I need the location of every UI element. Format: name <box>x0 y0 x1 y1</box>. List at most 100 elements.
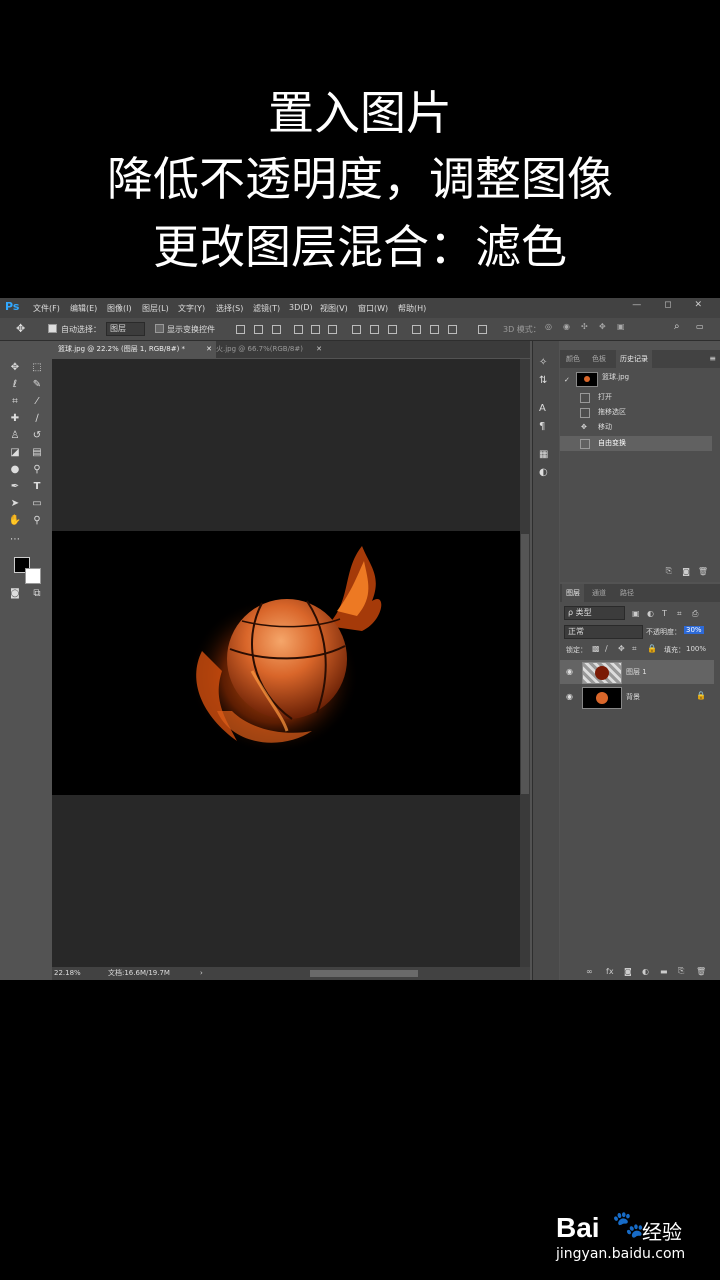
align-vcenter-icon[interactable] <box>254 325 263 334</box>
add-mask-icon[interactable]: ◙ <box>624 967 632 976</box>
healing-brush-tool-icon[interactable]: ✚ <box>8 412 22 426</box>
vertical-scroll-thumb[interactable] <box>521 534 529 794</box>
menu-help[interactable]: 帮助(H) <box>398 303 426 314</box>
menu-file[interactable]: 文件(F) <box>33 303 60 314</box>
background-color-swatch[interactable] <box>25 568 41 584</box>
layer-filter-dropdown[interactable]: ρ 类型 <box>564 606 625 620</box>
tab-basketball[interactable]: 篮球.jpg @ 22.2% (图层 1, RGB/8#) * ✕ <box>52 341 216 358</box>
adjust-icon[interactable]: ⇅ <box>539 375 547 386</box>
document-canvas[interactable] <box>52 531 520 795</box>
tab-history[interactable]: 历史记录 <box>616 350 652 368</box>
fill-input[interactable]: 100% <box>686 645 706 653</box>
blend-mode-dropdown[interactable]: 正常 <box>564 625 643 639</box>
new-group-icon[interactable]: ▬ <box>660 967 668 976</box>
close-icon[interactable]: ✕ <box>316 341 322 358</box>
crop-tool-icon[interactable]: ⌗ <box>8 395 22 409</box>
visibility-eye-icon[interactable]: ◉ <box>566 667 573 676</box>
menu-filter[interactable]: 滤镜(T) <box>253 303 280 314</box>
lasso-tool-icon[interactable]: ℓ <box>8 378 22 392</box>
layer-row[interactable]: ◉ 图层 1 <box>560 660 714 684</box>
styles-icon[interactable]: ◐ <box>539 467 548 478</box>
window-controls[interactable]: — ◻ ✕ <box>632 300 712 310</box>
history-item[interactable]: 拖移选区 <box>560 405 712 420</box>
layer-row[interactable]: ◉ 背景 🔒 <box>560 685 714 709</box>
menu-window[interactable]: 窗口(W) <box>358 303 388 314</box>
rotate-3d-icon[interactable]: ◎ <box>545 322 552 331</box>
move-tool-icon[interactable]: ✥ <box>8 361 22 375</box>
filter-smart-icon[interactable]: ⎙ <box>692 609 698 619</box>
swatches-icon[interactable]: ▦ <box>539 449 548 460</box>
dodge-tool-icon[interactable]: ⚲ <box>30 463 44 477</box>
distribute-vcenter-icon[interactable] <box>370 325 379 334</box>
opacity-input[interactable]: 30% <box>684 626 704 634</box>
menu-type[interactable]: 文字(Y) <box>178 303 205 314</box>
distribute-left-icon[interactable] <box>412 325 421 334</box>
distribute-top-icon[interactable] <box>352 325 361 334</box>
blur-tool-icon[interactable]: ● <box>8 463 22 477</box>
auto-select-dropdown[interactable]: 图层 <box>106 322 145 336</box>
lock-position-icon[interactable]: ✥ <box>618 644 625 653</box>
history-item[interactable]: 打开 <box>560 390 712 405</box>
path-select-tool-icon[interactable]: ➤ <box>8 497 22 511</box>
hand-tool-icon[interactable]: ✋ <box>8 514 22 528</box>
filter-pixel-icon[interactable]: ▣ <box>632 609 640 618</box>
tab-layers[interactable]: 图层 <box>562 584 584 602</box>
roll-3d-icon[interactable]: ◉ <box>563 322 570 331</box>
zoom-tool-icon[interactable]: ⚲ <box>30 514 44 528</box>
filter-adjust-icon[interactable]: ◐ <box>647 609 654 618</box>
more-tools-icon[interactable]: ⋯ <box>8 533 22 547</box>
workspace-icon[interactable]: ▭ <box>696 322 704 331</box>
menu-view[interactable]: 视图(V) <box>320 303 348 314</box>
adjustment-layer-icon[interactable]: ◐ <box>642 967 649 976</box>
camera-icon[interactable]: ◙ <box>682 567 690 576</box>
menu-edit[interactable]: 编辑(E) <box>70 303 97 314</box>
align-bottom-icon[interactable] <box>272 325 281 334</box>
new-document-from-state-icon[interactable]: ⎘ <box>666 566 672 576</box>
menu-select[interactable]: 选择(S) <box>216 303 243 314</box>
type-tool-icon[interactable]: T <box>30 480 44 494</box>
filter-shape-icon[interactable]: ⌗ <box>677 609 682 619</box>
tab-paths[interactable]: 路径 <box>616 584 638 602</box>
history-item[interactable]: 自由变换 <box>560 436 712 451</box>
new-layer-icon[interactable]: ⎘ <box>678 966 684 976</box>
align-right-icon[interactable] <box>328 325 337 334</box>
clone-stamp-tool-icon[interactable]: ♙ <box>8 429 22 443</box>
distribute-right-icon[interactable] <box>448 325 457 334</box>
visibility-eye-icon[interactable]: ◉ <box>566 692 573 701</box>
auto-select-checkbox[interactable] <box>48 324 57 333</box>
tab-color[interactable]: 颜色 <box>562 350 584 368</box>
filter-type-icon[interactable]: T <box>662 609 667 618</box>
trash-icon[interactable]: 🗑 <box>698 567 708 576</box>
eraser-tool-icon[interactable]: ◪ <box>8 446 22 460</box>
slide-3d-icon[interactable]: ✥ <box>599 322 606 331</box>
lock-artboard-icon[interactable]: ⌗ <box>632 644 637 654</box>
auto-align-icon[interactable] <box>478 325 487 334</box>
zoom-level[interactable]: 22.18% <box>54 967 81 980</box>
brush-tool-icon[interactable]: ∕ <box>30 412 44 426</box>
lock-transparent-icon[interactable]: ▩ <box>592 644 600 653</box>
pen-tool-icon[interactable]: ✒ <box>8 480 22 494</box>
move-tool-icon[interactable]: ✥ <box>16 322 25 335</box>
quick-mask-icon[interactable]: ◙ <box>8 587 22 601</box>
pan-3d-icon[interactable]: ✣ <box>581 322 588 331</box>
history-snapshot[interactable]: ✓ 篮球.jpg <box>560 370 712 388</box>
history-item[interactable]: ✥ 移动 <box>560 420 712 435</box>
lock-all-icon[interactable]: 🔒 <box>647 644 657 653</box>
distribute-hcenter-icon[interactable] <box>430 325 439 334</box>
show-transform-checkbox[interactable] <box>155 324 164 333</box>
gradient-tool-icon[interactable]: ▤ <box>30 446 44 460</box>
character-icon[interactable]: A <box>539 403 546 414</box>
align-left-icon[interactable] <box>294 325 303 334</box>
tab-fire[interactable]: 火.jpg @ 66.7%(RGB/8#) ✕ <box>210 341 326 358</box>
align-hcenter-icon[interactable] <box>311 325 320 334</box>
panel-menu-icon[interactable]: ≡ <box>709 354 716 363</box>
marquee-tool-icon[interactable]: ⬚ <box>30 361 44 375</box>
menu-image[interactable]: 图像(I) <box>107 303 132 314</box>
history-brush-tool-icon[interactable]: ↺ <box>30 429 44 443</box>
horizontal-scroll-thumb[interactable] <box>310 970 418 977</box>
distribute-bottom-icon[interactable] <box>388 325 397 334</box>
history-brush-source-icon[interactable]: ✓ <box>564 373 570 388</box>
tab-channels[interactable]: 通道 <box>588 584 610 602</box>
paragraph-icon[interactable]: ¶ <box>539 421 545 432</box>
vertical-scrollbar[interactable] <box>520 359 530 967</box>
